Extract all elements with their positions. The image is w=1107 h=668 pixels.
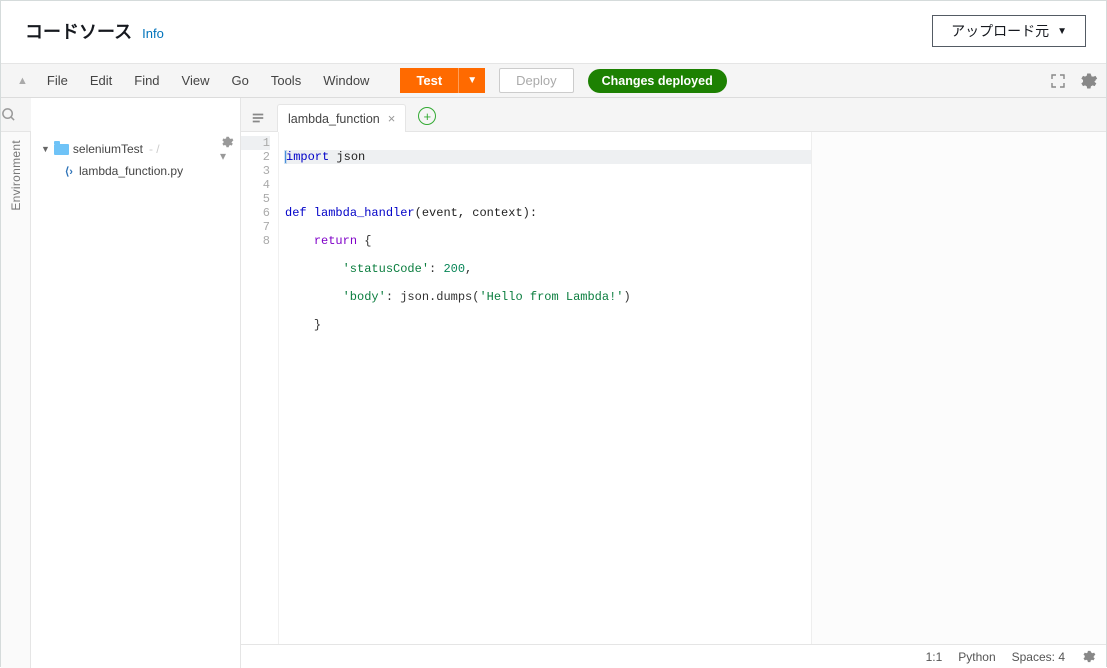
language-mode[interactable]: Python — [958, 650, 995, 664]
test-button-group: Test ▼ — [400, 68, 485, 93]
menu-view[interactable]: View — [171, 63, 221, 98]
python-file-icon: ⟨› — [63, 165, 75, 177]
new-tab-button[interactable]: + — [418, 107, 436, 125]
menu-edit[interactable]: Edit — [79, 63, 123, 98]
tree-root[interactable]: ▼ seleniumTest - / ▾ — [31, 138, 240, 160]
caret-down-icon: ▼ — [1057, 26, 1067, 37]
test-dropdown[interactable]: ▼ — [458, 68, 485, 93]
root-folder-name: seleniumTest — [73, 142, 143, 156]
root-path-suffix: - / — [149, 142, 160, 156]
info-link[interactable]: Info — [142, 26, 164, 41]
upload-label: アップロード元 — [951, 21, 1049, 41]
tree-file[interactable]: ⟨› lambda_function.py — [31, 160, 240, 182]
environment-rail[interactable]: Environment — [1, 98, 31, 668]
environment-label: Environment — [9, 136, 23, 215]
cursor-position[interactable]: 1:1 — [926, 650, 943, 664]
tab-label: lambda_function — [288, 112, 380, 126]
file-tree: ▼ seleniumTest - / ▾ ⟨› lambda_function.… — [31, 98, 241, 668]
deploy-button[interactable]: Deploy — [499, 68, 573, 93]
settings-gear-icon[interactable] — [1078, 71, 1098, 91]
header-left: コードソース Info — [25, 18, 164, 44]
menu-go[interactable]: Go — [221, 63, 260, 98]
upload-from-button[interactable]: アップロード元 ▼ — [932, 15, 1086, 47]
minimap[interactable] — [811, 132, 1106, 668]
tab-scroll-icon[interactable] — [249, 111, 271, 131]
tabbar: lambda_function × + — [241, 98, 1106, 132]
workspace: Environment ▼ seleniumTest - / ▾ ⟨› lamb… — [1, 98, 1106, 668]
tab-lambda-function[interactable]: lambda_function × — [277, 104, 406, 132]
header: コードソース Info アップロード元 ▼ — [1, 1, 1106, 63]
page-title: コードソース — [25, 18, 132, 44]
line-gutter: 12345678 — [241, 132, 279, 668]
test-button[interactable]: Test — [400, 68, 458, 93]
statusbar: 1:1 Python Spaces: 4 — [241, 644, 1106, 668]
deployed-badge: Changes deployed — [588, 69, 727, 93]
menu-window[interactable]: Window — [312, 63, 380, 98]
code-area[interactable]: 12345678 import json def lambda_handler(… — [241, 132, 1106, 668]
close-tab-icon[interactable]: × — [388, 111, 396, 126]
code-text[interactable]: import json def lambda_handler(event, co… — [279, 132, 811, 668]
menubar: ▲ File Edit Find View Go Tools Window Te… — [1, 63, 1106, 98]
indent-mode[interactable]: Spaces: 4 — [1012, 650, 1065, 664]
collapse-icon[interactable]: ▲ — [9, 75, 36, 87]
folder-icon — [54, 144, 69, 155]
menu-file[interactable]: File — [36, 63, 79, 98]
search-icon[interactable] — [1, 107, 31, 122]
fullscreen-icon[interactable] — [1050, 73, 1066, 89]
menu-items: File Edit Find View Go Tools Window — [36, 63, 381, 98]
menu-tools[interactable]: Tools — [260, 63, 312, 98]
tree-settings-icon[interactable]: ▾ — [220, 135, 234, 163]
file-name: lambda_function.py — [79, 164, 183, 178]
menu-find[interactable]: Find — [123, 63, 170, 98]
editor-pane: lambda_function × + 12345678 import json… — [241, 98, 1106, 668]
disclosure-triangle-icon[interactable]: ▼ — [41, 144, 50, 154]
status-gear-icon[interactable] — [1081, 649, 1096, 664]
